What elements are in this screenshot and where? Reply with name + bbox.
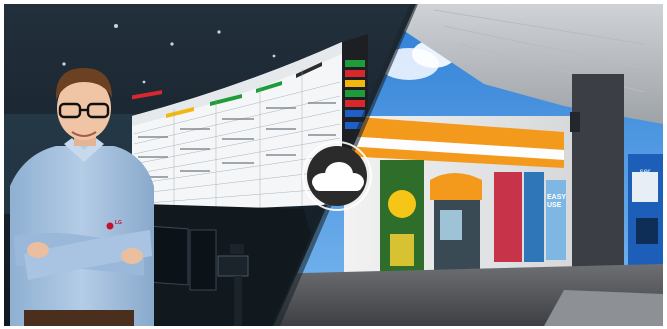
pump-sign-text: ser	[639, 167, 651, 176]
composite-photo	[4, 4, 663, 326]
cloud-badge	[302, 141, 372, 211]
photo-frame: LG ser EASY USE	[4, 4, 663, 326]
shirt-brand-text: LG	[115, 220, 122, 226]
window-poster-text: EASY USE	[547, 194, 566, 209]
shirt-brand-badge	[106, 222, 114, 230]
